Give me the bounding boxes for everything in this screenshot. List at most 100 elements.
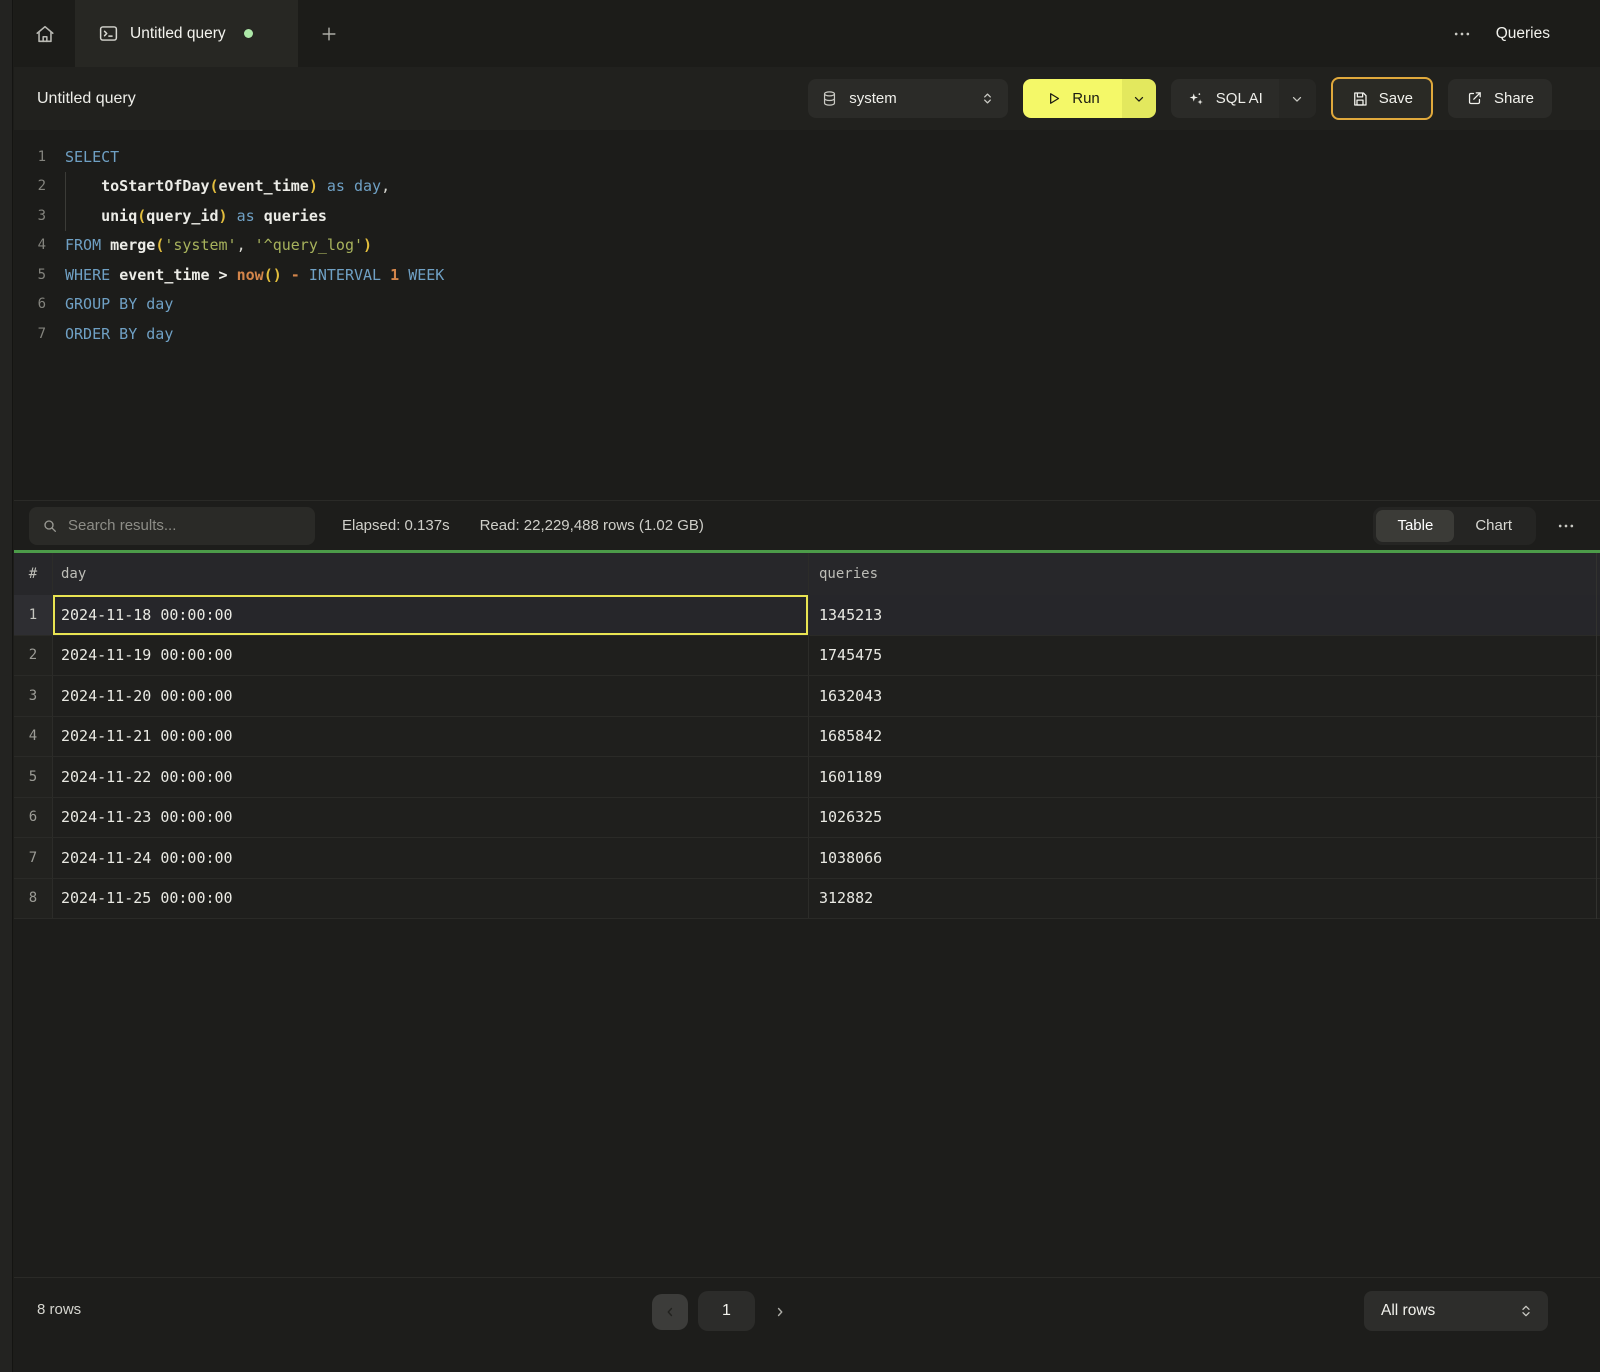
code-line[interactable]: 2 toStartOfDay(event_time) as day,	[14, 172, 1600, 202]
queries-cell[interactable]: 1632043	[808, 676, 1600, 716]
code-text: SELECT	[46, 148, 119, 166]
queries-cell[interactable]: 1345213	[808, 595, 1600, 635]
day-cell[interactable]: 2024-11-19 00:00:00	[52, 636, 808, 676]
run-button[interactable]: Run	[1023, 79, 1122, 118]
search-icon	[42, 518, 58, 534]
table-row[interactable]: 72024-11-24 00:00:001038066	[14, 838, 1600, 879]
sql-ai-button[interactable]: SQL AI	[1171, 79, 1279, 118]
table-row[interactable]: 12024-11-18 00:00:001345213	[14, 595, 1600, 636]
query-toolbar: Untitled query system Run	[14, 67, 1600, 130]
run-options-button[interactable]	[1122, 79, 1156, 118]
database-select[interactable]: system	[808, 79, 1008, 118]
code-line[interactable]: 4FROM merge('system', '^query_log')	[14, 231, 1600, 261]
code-text: GROUP BY day	[46, 295, 173, 313]
code-line[interactable]: 5WHERE event_time > now() - INTERVAL 1 W…	[14, 260, 1600, 290]
home-icon	[34, 23, 56, 45]
read-stat: Read: 22,229,488 rows (1.02 GB)	[480, 517, 704, 534]
row-index-cell: 5	[14, 757, 52, 797]
queries-cell[interactable]: 1745475	[808, 636, 1600, 676]
play-icon	[1045, 90, 1062, 107]
rows-per-page-select[interactable]: All rows	[1364, 1291, 1548, 1331]
pagination: 1	[652, 1291, 795, 1331]
tab-untitled-query[interactable]: Untitled query	[75, 0, 298, 67]
previous-page-button[interactable]	[652, 1294, 688, 1330]
day-cell[interactable]: 2024-11-23 00:00:00	[52, 798, 808, 838]
select-updown-icon	[980, 91, 995, 106]
table-row[interactable]: 52024-11-22 00:00:001601189	[14, 757, 1600, 798]
code-editor-lines: 1SELECT2 toStartOfDay(event_time) as day…	[14, 142, 1600, 349]
search-results-input[interactable]	[68, 517, 302, 534]
results-toolbar: Elapsed: 0.137s Read: 22,229,488 rows (1…	[14, 500, 1600, 550]
results-table: # day queries 12024-11-18 00:00:00134521…	[14, 553, 1600, 919]
table-row[interactable]: 32024-11-20 00:00:001632043	[14, 676, 1600, 717]
share-button[interactable]: Share	[1448, 79, 1552, 118]
table-view-tab[interactable]: Table	[1376, 510, 1454, 542]
queries-cell[interactable]: 1038066	[808, 838, 1600, 878]
sql-editor[interactable]: 1SELECT2 toStartOfDay(event_time) as day…	[14, 130, 1600, 500]
code-text: uniq(query_id) as queries	[46, 207, 327, 225]
code-line[interactable]: 1SELECT	[14, 142, 1600, 172]
line-number: 5	[14, 267, 46, 283]
save-button[interactable]: Save	[1331, 77, 1433, 120]
results-table-body: 12024-11-18 00:00:00134521322024-11-19 0…	[14, 595, 1600, 919]
table-row[interactable]: 82024-11-25 00:00:00312882	[14, 879, 1600, 920]
query-title: Untitled query	[37, 90, 136, 108]
search-results-box[interactable]	[29, 507, 315, 545]
results-footer: 8 rows 1 All rows	[14, 1277, 1600, 1372]
day-cell[interactable]: 2024-11-21 00:00:00	[52, 717, 808, 757]
terminal-icon	[98, 23, 119, 44]
row-index-cell: 2	[14, 636, 52, 676]
column-header-index: #	[14, 553, 52, 595]
run-button-label: Run	[1072, 90, 1100, 107]
indent-guide	[65, 172, 66, 231]
code-line[interactable]: 3 uniq(query_id) as queries	[14, 201, 1600, 231]
results-empty-space	[14, 919, 1600, 1277]
code-line[interactable]: 7ORDER BY day	[14, 319, 1600, 349]
table-row[interactable]: 42024-11-21 00:00:001685842	[14, 717, 1600, 758]
results-options-button[interactable]	[1556, 516, 1576, 536]
ellipsis-icon	[1452, 24, 1472, 44]
queries-cell[interactable]: 1685842	[808, 717, 1600, 757]
queries-cell[interactable]: 1601189	[808, 757, 1600, 797]
tab-title: Untitled query	[130, 25, 226, 43]
queries-link[interactable]: Queries	[1496, 25, 1550, 43]
code-text: FROM merge('system', '^query_log')	[46, 236, 372, 254]
toolbar-actions: system Run SQL AI	[808, 77, 1552, 120]
database-select-value: system	[849, 90, 969, 107]
code-text: WHERE event_time > now() - INTERVAL 1 WE…	[46, 266, 444, 284]
sparkles-icon	[1187, 90, 1205, 108]
unsaved-changes-dot	[244, 29, 253, 38]
next-page-button[interactable]	[765, 1294, 795, 1330]
share-button-label: Share	[1494, 90, 1534, 107]
overflow-menu-button[interactable]	[1452, 24, 1472, 44]
day-cell[interactable]: 2024-11-18 00:00:00	[52, 595, 808, 635]
table-row[interactable]: 22024-11-19 00:00:001745475	[14, 636, 1600, 677]
day-cell[interactable]: 2024-11-20 00:00:00	[52, 676, 808, 716]
line-number: 1	[14, 149, 46, 165]
row-index-cell: 8	[14, 879, 52, 919]
chart-view-tab[interactable]: Chart	[1454, 510, 1533, 542]
collapsed-sidebar-strip	[0, 0, 13, 1372]
table-row[interactable]: 62024-11-23 00:00:001026325	[14, 798, 1600, 839]
day-cell[interactable]: 2024-11-24 00:00:00	[52, 838, 808, 878]
home-button[interactable]	[14, 0, 75, 67]
line-number: 3	[14, 208, 46, 224]
column-header-queries[interactable]: queries	[808, 553, 1600, 595]
sql-ai-options-button[interactable]	[1279, 79, 1316, 118]
queries-cell[interactable]: 312882	[808, 879, 1600, 919]
code-line[interactable]: 6GROUP BY day	[14, 290, 1600, 320]
line-number: 6	[14, 296, 46, 312]
line-number: 2	[14, 178, 46, 194]
new-tab-button[interactable]	[298, 0, 360, 67]
day-cell[interactable]: 2024-11-22 00:00:00	[52, 757, 808, 797]
code-text: toStartOfDay(event_time) as day,	[46, 177, 390, 195]
column-header-day[interactable]: day	[52, 553, 808, 595]
queries-cell[interactable]: 1026325	[808, 798, 1600, 838]
sql-ai-split-button: SQL AI	[1171, 79, 1316, 118]
day-cell[interactable]: 2024-11-25 00:00:00	[52, 879, 808, 919]
current-page-button[interactable]: 1	[698, 1291, 755, 1331]
row-index-cell: 3	[14, 676, 52, 716]
rows-per-page-value: All rows	[1381, 1302, 1518, 1320]
chevron-right-icon	[773, 1305, 787, 1319]
chevron-down-icon	[1132, 92, 1146, 106]
